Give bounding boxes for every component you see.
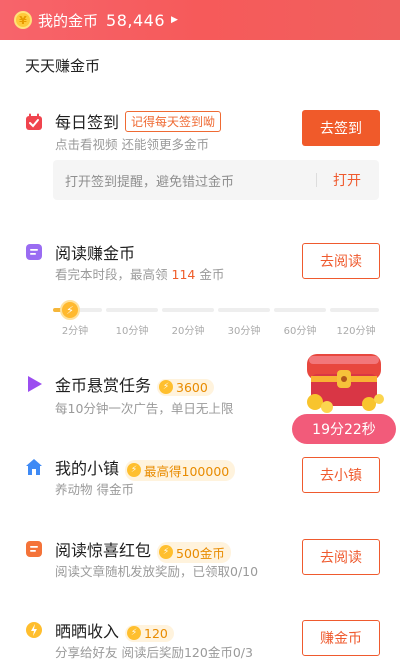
reading-sub-suffix: 金币 — [199, 267, 225, 282]
task-title: 我的小镇 — [55, 459, 120, 478]
task-title-row: 阅读惊喜红包 ⚡ 500金币 — [55, 537, 231, 563]
progress-segment — [274, 308, 326, 312]
document-icon — [25, 540, 43, 558]
progress-tick: 30分钟 — [227, 326, 261, 337]
coin-reward-tag: ⚡ 3600 — [157, 378, 214, 396]
task-title-row: 每日签到 记得每天签到呦 — [55, 109, 222, 133]
task-title: 阅读赚金币 — [55, 244, 136, 263]
task-daily-checkin: 每日签到 记得每天签到呦 点击看视频 还能领更多金币 去签到 — [25, 110, 380, 160]
reward-amount: 最高得100000 — [144, 463, 230, 479]
task-title: 金币悬赏任务 — [55, 376, 152, 395]
reminder-open-button[interactable]: 打开 — [333, 170, 361, 190]
task-title: 每日签到 — [55, 113, 120, 132]
section-title: 天天赚金币 — [25, 57, 101, 75]
coin-icon: ⚡ — [127, 463, 142, 477]
progress-tick: 2分钟 — [61, 326, 89, 337]
task-subtitle: 每10分钟一次广告，单日无上限 — [55, 401, 234, 416]
task-title-row: 我的小镇 ⚡ 最高得100000 — [55, 455, 236, 481]
task-share-income: 晒晒收入 ⚡ 120 分享给好友 阅读后奖励120金币0/3 赚金币 — [25, 620, 380, 660]
reward-amount: 3600 — [176, 379, 208, 395]
reading-button[interactable]: 去阅读 — [302, 243, 380, 279]
reward-amount: 500金币 — [176, 545, 225, 561]
reward-amount: 120 — [144, 625, 168, 641]
coin-reward-tag: ⚡ 500金币 — [157, 541, 231, 563]
checkin-button[interactable]: 去签到 — [302, 110, 380, 146]
task-subtitle: 看完本时段，最高领 114 金币 — [55, 264, 224, 283]
coin-icon: ⚡ — [159, 380, 174, 394]
checkin-reminder-bar: 打开签到提醒，避免错过金币 打开 — [53, 160, 379, 200]
red-packet-button[interactable]: 去阅读 — [302, 539, 380, 575]
calendar-icon — [25, 113, 43, 131]
progress-tick: 120分钟 — [336, 326, 376, 337]
progress-segment — [162, 308, 214, 312]
task-town: 我的小镇 ⚡ 最高得100000 养动物 得金币 去小镇 — [25, 457, 380, 497]
task-subtitle: 阅读文章随机发放奖励，已领取0/10 — [55, 564, 259, 579]
progress-tick: 20分钟 — [171, 326, 205, 337]
treasure-chest-icon[interactable] — [303, 352, 385, 414]
progress-segment — [106, 308, 158, 312]
task-subtitle: 点击看视频 还能领更多金币 — [55, 137, 209, 152]
task-title-row: 金币悬赏任务 ⚡ 3600 — [55, 372, 214, 396]
countdown-timer[interactable]: 19分22秒 — [292, 414, 396, 444]
coin-balance-header[interactable]: ¥ 我的金币 58,446 ▶ — [0, 0, 400, 40]
progress-tick: 10分钟 — [115, 326, 149, 337]
progress-tick: 60分钟 — [283, 326, 317, 337]
progress-segment — [218, 308, 270, 312]
task-subtitle: 养动物 得金币 — [55, 482, 134, 497]
coin-balance-amount: 58,446 — [106, 10, 165, 30]
reading-max-coins: 114 — [171, 267, 196, 282]
task-reading: 阅读赚金币 看完本时段，最高领 114 金币 去阅读 — [25, 243, 380, 283]
task-red-packet: 阅读惊喜红包 ⚡ 500金币 阅读文章随机发放奖励，已领取0/10 去阅读 — [25, 539, 380, 579]
document-icon — [25, 243, 43, 261]
earn-coins-button[interactable]: 赚金币 — [302, 620, 380, 656]
town-button[interactable]: 去小镇 — [302, 457, 380, 493]
task-title: 晒晒收入 — [55, 622, 120, 641]
coin-reward-tag: ⚡ 最高得100000 — [125, 459, 236, 481]
reminder-text: 打开签到提醒，避免错过金币 — [65, 174, 235, 190]
progress-segment — [330, 308, 379, 312]
progress-coin-icon: ⚡ — [60, 300, 80, 320]
coin-icon: ¥ — [14, 11, 32, 29]
chevron-right-icon: ▶ — [171, 15, 178, 25]
house-icon — [25, 458, 43, 476]
coin-balance-label: 我的金币 — [38, 11, 99, 30]
play-icon — [25, 375, 43, 393]
task-title: 阅读惊喜红包 — [55, 541, 152, 560]
task-subtitle: 分享给好友 阅读后奖励120金币0/3 — [55, 645, 253, 660]
checkin-tag: 记得每天签到呦 — [125, 111, 222, 132]
coin-reward-tag: ⚡ 120 — [125, 624, 174, 642]
divider — [316, 173, 317, 187]
reading-progress-track — [53, 308, 379, 313]
lightning-coin-icon — [25, 621, 43, 639]
task-title-row: 晒晒收入 ⚡ 120 — [55, 618, 174, 642]
coin-icon: ⚡ — [159, 545, 174, 559]
reading-sub-prefix: 看完本时段，最高领 — [55, 267, 168, 282]
coin-icon: ⚡ — [127, 626, 142, 640]
